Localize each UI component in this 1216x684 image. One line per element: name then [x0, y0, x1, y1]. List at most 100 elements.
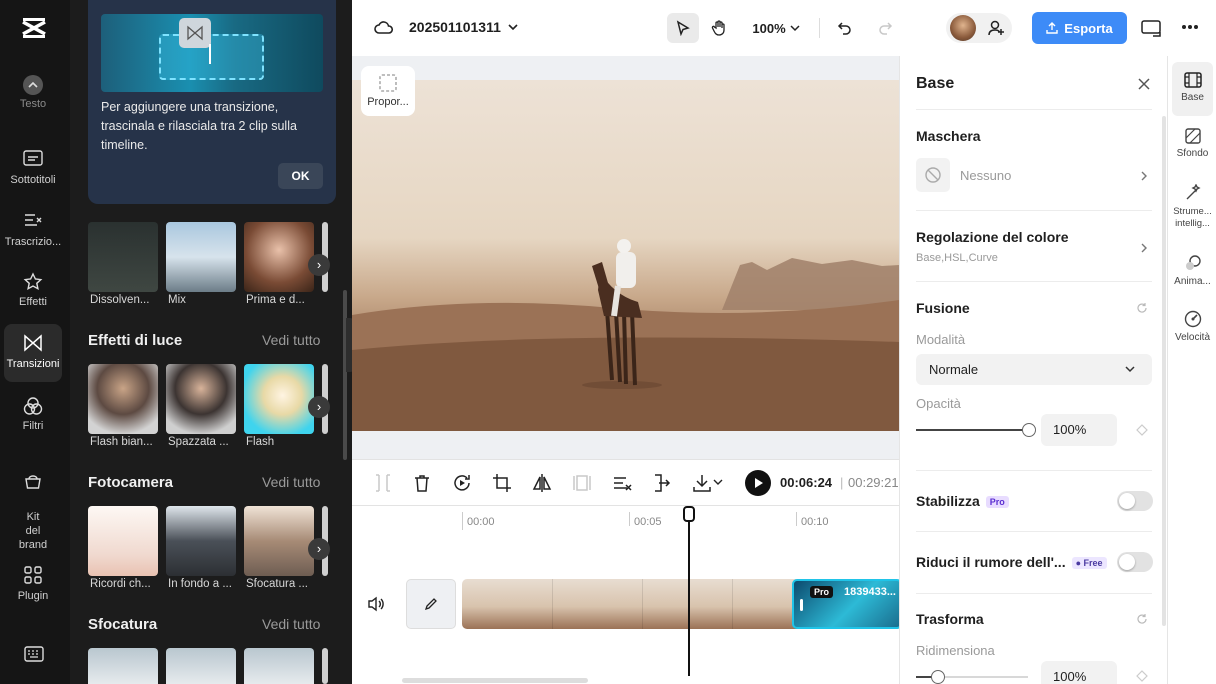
color-adjust-row[interactable]: Regolazione del colore Base,HSL,Curve [916, 226, 1152, 266]
project-title[interactable]: 202501101311 [409, 19, 501, 35]
hand-tool-button[interactable] [704, 13, 736, 43]
chevron-down-icon[interactable] [507, 22, 519, 32]
opacity-input[interactable]: 100% [1041, 414, 1117, 446]
timeline-scrollbar[interactable] [402, 678, 588, 683]
freeze-icon[interactable] [571, 472, 593, 494]
rail-item-filters[interactable]: Filtri [4, 396, 62, 436]
aspect-ratio-button[interactable]: Propor... [361, 66, 415, 116]
chevron-right-icon[interactable]: › [308, 254, 330, 276]
chevron-right-icon [1141, 171, 1147, 181]
split-icon[interactable] [372, 472, 394, 494]
reset-icon[interactable] [1136, 302, 1148, 314]
transition-thumb[interactable] [166, 364, 236, 434]
see-all-link[interactable]: Vedi tutto [262, 332, 320, 348]
play-icon [755, 478, 763, 488]
section-title: Fotocamera [88, 474, 174, 491]
video-preview[interactable] [352, 80, 899, 431]
chevron-right-icon[interactable]: › [308, 396, 330, 418]
redo-button[interactable] [870, 13, 900, 43]
zoom-dropdown[interactable]: 100% [746, 13, 806, 43]
section-title: Effetti di luce [88, 332, 183, 349]
thumb-label: Dissolven... [90, 294, 150, 306]
more-options-icon[interactable] [1181, 24, 1199, 30]
speech-icon[interactable] [611, 472, 633, 494]
aspect-ratio-label: Propor... [367, 96, 409, 108]
reset-icon[interactable] [1136, 613, 1148, 625]
stabilize-toggle[interactable] [1117, 491, 1153, 511]
magic-wand-icon [1186, 184, 1201, 200]
replace-icon[interactable] [451, 472, 473, 494]
transition-tip-card: Per aggiungere una transizione, trascina… [88, 0, 336, 204]
tab-smart-tools[interactable]: Strume... intellig... [1168, 184, 1216, 230]
resize-slider-thumb[interactable] [931, 670, 945, 684]
capcut-logo-icon[interactable] [20, 16, 48, 40]
rail-item-plugin[interactable]: Plugin [4, 566, 62, 606]
panel-scrollbar[interactable] [343, 290, 347, 460]
transition-thumb[interactable] [322, 648, 328, 684]
blend-mode-select[interactable]: Normale [916, 354, 1152, 385]
chevron-right-icon[interactable]: › [308, 538, 330, 560]
select-tool-button[interactable] [667, 13, 699, 43]
add-user-icon[interactable] [988, 19, 1006, 37]
keyboard-icon[interactable] [24, 646, 44, 662]
undo-button[interactable] [830, 13, 860, 43]
delete-icon[interactable] [411, 472, 433, 494]
transition-thumb[interactable] [244, 222, 314, 292]
rail-item-effects[interactable]: Effetti [4, 272, 62, 312]
clip-trim-handle[interactable] [800, 599, 803, 611]
tab-background[interactable]: Sfondo [1168, 128, 1216, 160]
export-button[interactable]: Esporta [1032, 12, 1127, 44]
transition-thumb[interactable] [244, 506, 314, 576]
opacity-slider-track[interactable] [916, 429, 1028, 431]
transition-thumb[interactable] [88, 648, 158, 684]
selected-clip[interactable]: Pro 1839433... [792, 579, 902, 629]
opacity-slider-thumb[interactable] [1022, 423, 1036, 437]
rail-item-subtitles[interactable]: Sottotitoli [4, 150, 62, 190]
playhead[interactable] [688, 506, 690, 676]
transition-thumb[interactable] [166, 648, 236, 684]
screen-share-icon[interactable] [1141, 18, 1161, 38]
keyframe-icon[interactable] [1136, 424, 1148, 436]
timeline[interactable]: 00:00 00:05 00:10 Pro 1839433... [352, 506, 902, 684]
cover-edit-button[interactable] [406, 579, 456, 629]
rail-item-brand-kit[interactable]: Kit del brand [4, 458, 62, 551]
playhead-handle[interactable] [683, 506, 695, 522]
tab-speed[interactable]: Velocità [1168, 310, 1216, 344]
transition-thumb[interactable] [244, 648, 314, 684]
chevron-down-icon[interactable] [713, 478, 723, 486]
rail-label: Trascrizio... [4, 236, 62, 248]
see-all-link[interactable]: Vedi tutto [262, 616, 320, 632]
cloud-icon[interactable] [374, 19, 394, 35]
avatar[interactable] [950, 15, 976, 41]
keyframe-icon[interactable] [1136, 670, 1148, 682]
volume-icon[interactable] [367, 596, 385, 612]
properties-scrollbar[interactable] [1162, 116, 1166, 626]
rail-item-transitions[interactable]: Transizioni [4, 324, 62, 382]
download-icon[interactable] [691, 472, 713, 494]
flip-icon[interactable] [531, 472, 553, 494]
transition-thumb[interactable] [88, 364, 158, 434]
play-button[interactable] [745, 470, 771, 496]
timeline-toolbar: 00:06:24 | 00:29:21 [352, 459, 899, 506]
denoise-toggle[interactable] [1117, 552, 1153, 572]
ok-button[interactable]: OK [278, 163, 323, 189]
see-all-link[interactable]: Vedi tutto [262, 474, 320, 490]
transition-thumb[interactable] [88, 506, 158, 576]
transition-thumb[interactable] [244, 364, 314, 434]
rail-label: Testo [19, 98, 47, 110]
transition-thumb[interactable] [166, 506, 236, 576]
smart-cut-icon[interactable] [651, 472, 673, 494]
transition-thumb[interactable] [88, 222, 158, 292]
resize-input[interactable]: 100% [1041, 661, 1117, 684]
close-icon[interactable] [1137, 77, 1151, 91]
crop-icon[interactable] [491, 472, 513, 494]
opacity-value: 100% [1053, 422, 1087, 437]
tab-base[interactable]: Base [1172, 62, 1213, 116]
tab-animation[interactable]: Anima... [1168, 254, 1216, 288]
filters-icon [22, 396, 44, 416]
none-icon [925, 167, 941, 183]
mask-selector[interactable]: Nessuno [916, 158, 1152, 192]
transition-thumb[interactable] [166, 222, 236, 292]
rail-item-text[interactable]: Testo [4, 74, 62, 122]
rail-item-transcript[interactable]: Trascrizio... [4, 212, 62, 252]
